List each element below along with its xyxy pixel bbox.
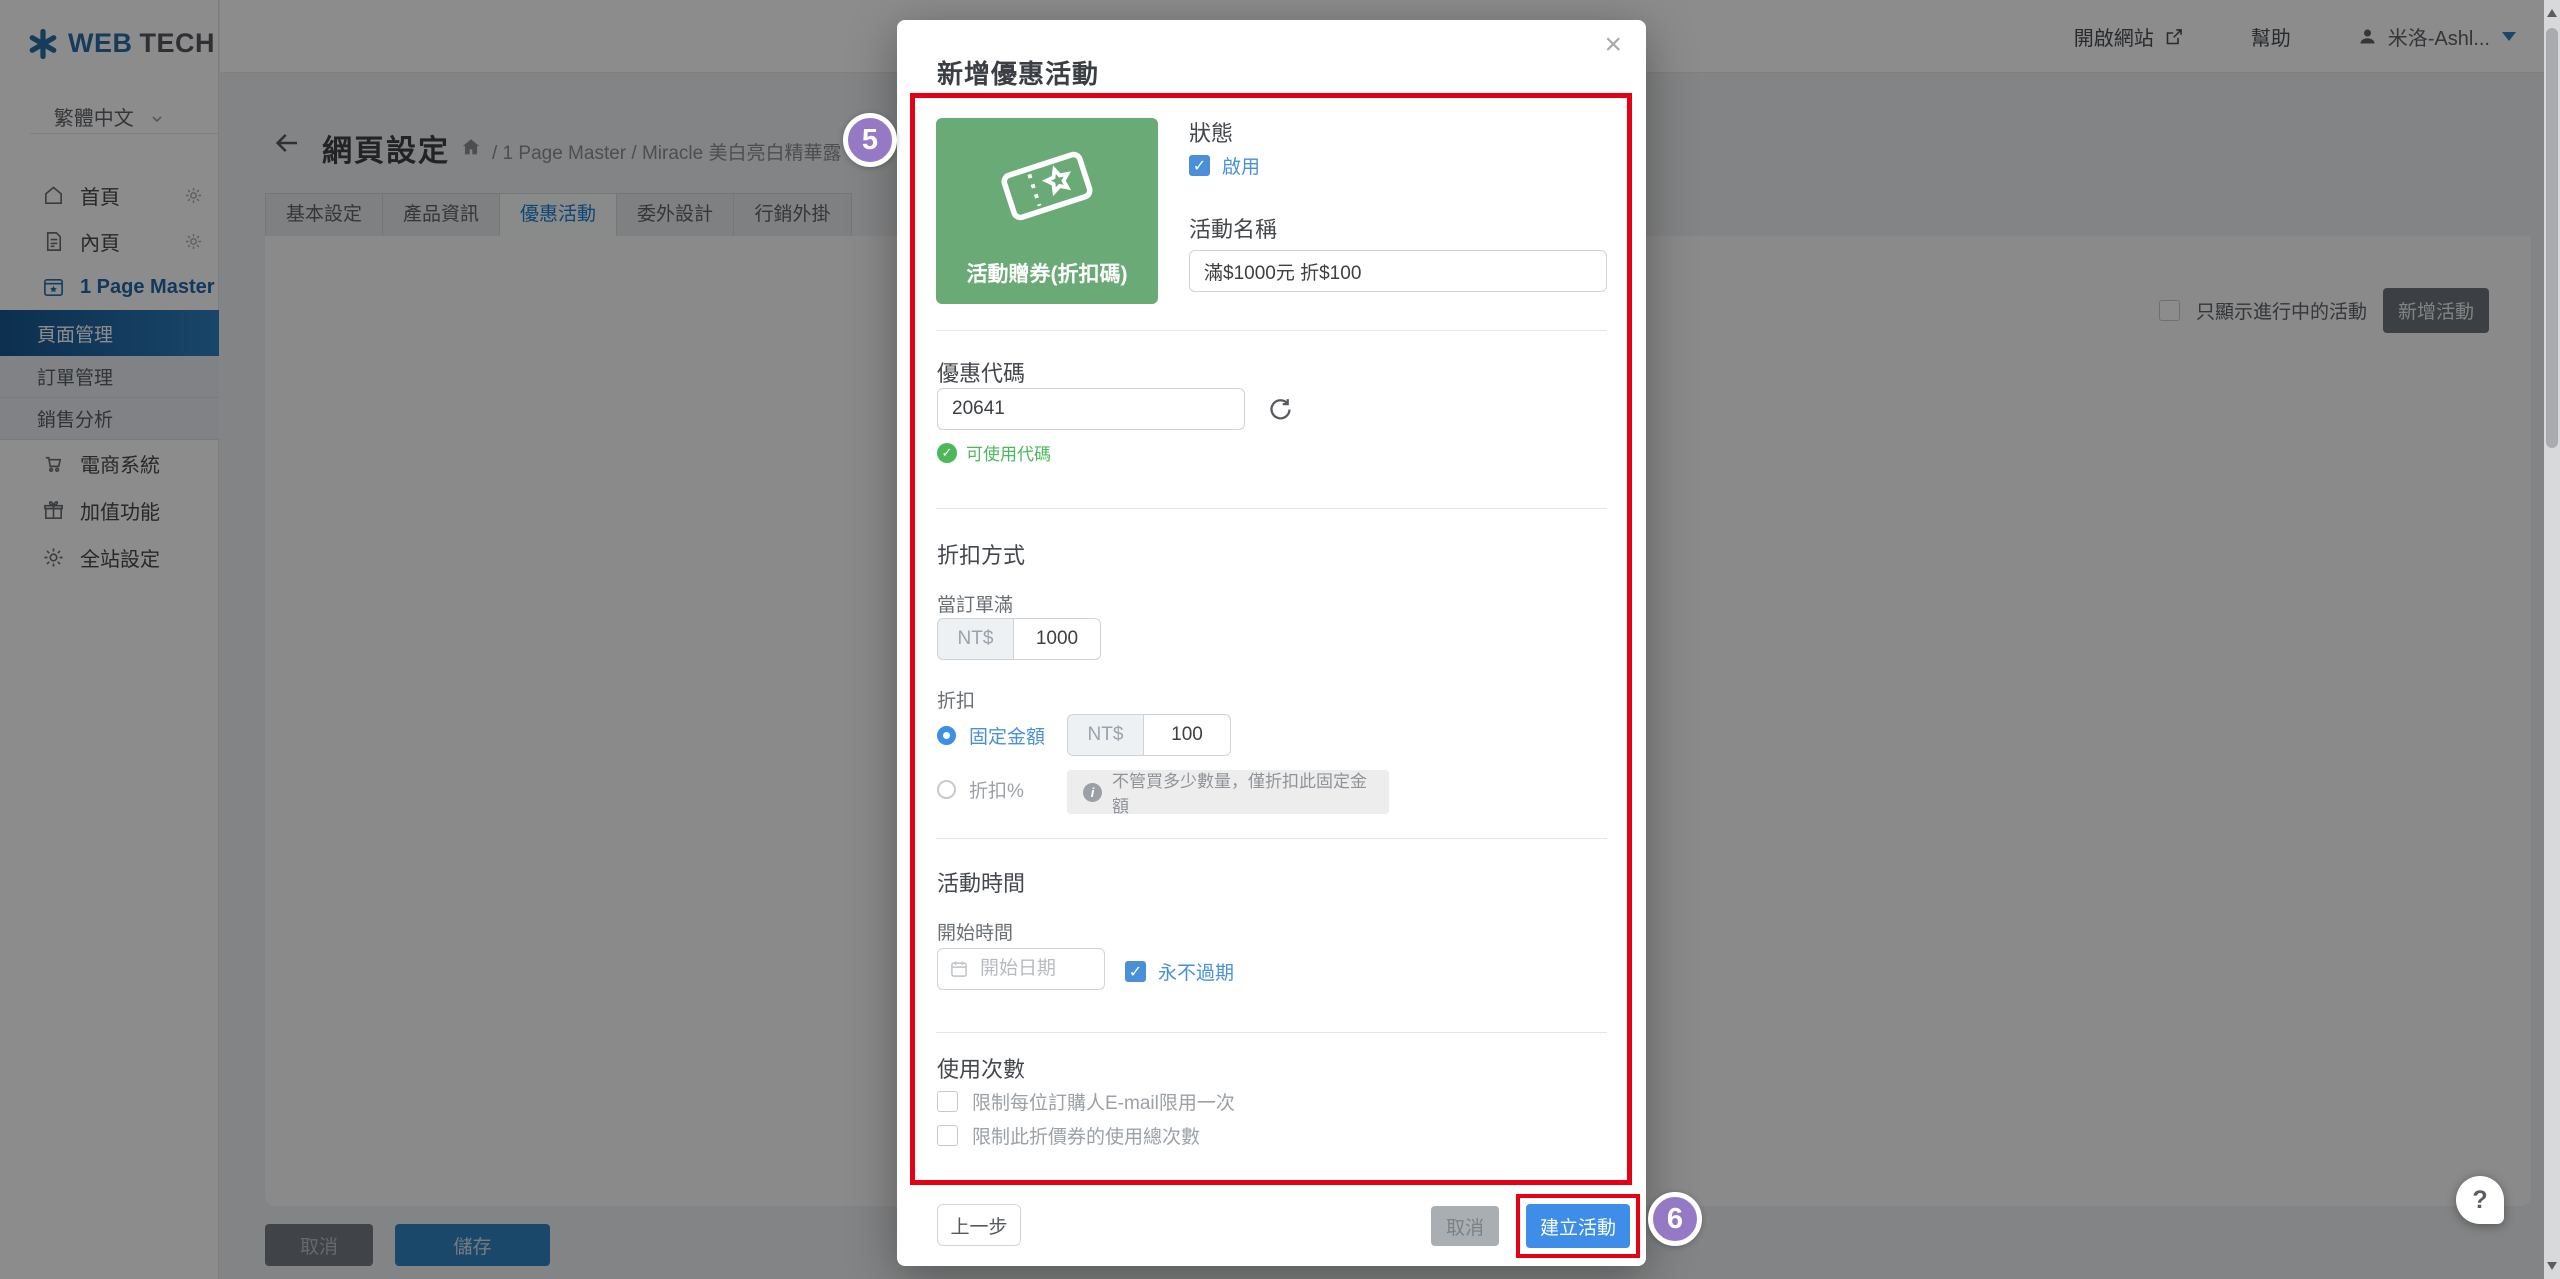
- never-expire-row: 永不過期: [1125, 958, 1234, 985]
- new-promotion-modal: 新增優惠活動 × 活動贈券(折扣碼) 狀態 啟用 活動名稱 優惠代碼 ✓ 可使用…: [897, 20, 1646, 1266]
- divider: [936, 508, 1607, 509]
- fixed-amount-group: NT$: [1067, 714, 1231, 756]
- percent-option: 折扣%: [937, 776, 1024, 803]
- discount-note: 不管買多少數量，僅折扣此固定金額: [1112, 767, 1373, 817]
- coupon-type-label: 活動贈券(折扣碼): [936, 258, 1158, 288]
- currency-prefix: NT$: [1067, 714, 1143, 756]
- status-label: 狀態: [1189, 116, 1233, 148]
- info-icon: i: [1083, 783, 1102, 802]
- coupon-type-card[interactable]: 活動贈券(折扣碼): [936, 118, 1158, 304]
- activity-name-label: 活動名稱: [1189, 212, 1277, 244]
- previous-step-button[interactable]: 上一步: [937, 1204, 1021, 1246]
- limit-total-checkbox[interactable]: [937, 1125, 958, 1146]
- start-date-field: [937, 948, 1105, 990]
- limit-total-row: 限制此折價券的使用總次數: [937, 1122, 1200, 1149]
- help-chat-button[interactable]: ?: [2456, 1176, 2504, 1224]
- percent-label: 折扣%: [969, 776, 1024, 803]
- ticket-icon: [992, 130, 1102, 242]
- fixed-amount-input[interactable]: [1143, 714, 1231, 756]
- coupon-code-label: 優惠代碼: [937, 356, 1025, 388]
- fixed-amount-radio[interactable]: [937, 726, 956, 745]
- close-icon[interactable]: ×: [1604, 30, 1622, 60]
- status-enabled-checkbox[interactable]: [1189, 155, 1210, 176]
- vertical-scrollbar[interactable]: [2544, 0, 2560, 1279]
- annotation-step-6: 6: [1648, 1192, 1702, 1246]
- time-section-title: 活動時間: [937, 866, 1025, 898]
- order-min-label: 當訂單滿: [937, 590, 1013, 617]
- status-row: 啟用: [1189, 152, 1260, 179]
- divider: [936, 1032, 1607, 1033]
- start-time-label: 開始時間: [937, 918, 1013, 945]
- divider: [936, 330, 1607, 331]
- order-min-input[interactable]: [1013, 618, 1101, 660]
- never-expire-checkbox[interactable]: [1125, 961, 1146, 982]
- limit-total-label: 限制此折價券的使用總次數: [972, 1122, 1200, 1149]
- order-min-group: NT$: [937, 618, 1101, 660]
- fixed-amount-label: 固定金額: [969, 722, 1045, 749]
- activity-name-input[interactable]: [1189, 250, 1607, 292]
- discount-section-title: 折扣方式: [937, 538, 1025, 570]
- divider: [936, 838, 1607, 839]
- limit-email-checkbox[interactable]: [937, 1091, 958, 1112]
- create-activity-button[interactable]: 建立活動: [1526, 1204, 1630, 1248]
- calendar-icon: [949, 959, 969, 979]
- annotation-step-5: 5: [843, 113, 897, 167]
- status-enabled-label: 啟用: [1222, 152, 1260, 179]
- limit-email-label: 限制每位訂購人E-mail限用一次: [972, 1088, 1235, 1115]
- currency-prefix: NT$: [937, 618, 1013, 660]
- modal-title: 新增優惠活動: [937, 54, 1099, 91]
- usage-section-title: 使用次數: [937, 1052, 1025, 1084]
- never-expire-label: 永不過期: [1158, 958, 1234, 985]
- refresh-icon[interactable]: [1267, 396, 1294, 423]
- discount-note-box: i 不管買多少數量，僅折扣此固定金額: [1067, 770, 1389, 814]
- check-circle-icon: ✓: [937, 443, 957, 463]
- code-valid-label: 可使用代碼: [966, 440, 1051, 465]
- limit-email-row: 限制每位訂購人E-mail限用一次: [937, 1088, 1235, 1115]
- coupon-code-input[interactable]: [937, 388, 1245, 430]
- discount-label: 折扣: [937, 686, 975, 713]
- percent-radio[interactable]: [937, 780, 956, 799]
- scrollbar-thumb[interactable]: [2546, 28, 2558, 448]
- fixed-amount-option: 固定金額: [937, 722, 1045, 749]
- scroll-down-icon[interactable]: [2547, 1262, 2557, 1270]
- scroll-up-icon[interactable]: [2547, 9, 2557, 17]
- modal-cancel-button[interactable]: 取消: [1431, 1206, 1499, 1246]
- code-valid-row: ✓ 可使用代碼: [937, 440, 1051, 465]
